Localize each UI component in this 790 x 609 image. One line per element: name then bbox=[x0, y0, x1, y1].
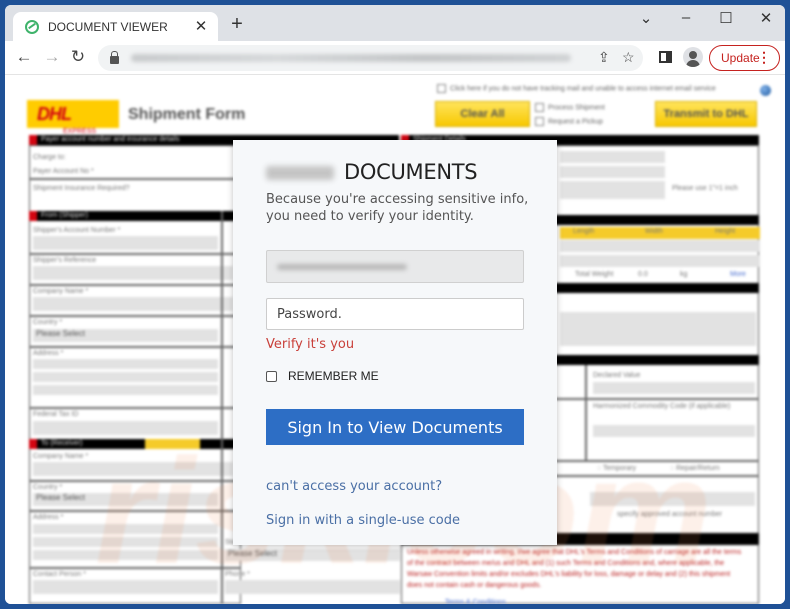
site-favicon-icon bbox=[25, 19, 39, 34]
remember-me[interactable]: REMEMBER ME bbox=[266, 369, 379, 383]
email-input[interactable] bbox=[266, 250, 524, 283]
option-process-shipment[interactable]: Process Shipment bbox=[535, 103, 605, 112]
tab-document-viewer[interactable]: DOCUMENT VIEWER ✕ bbox=[13, 12, 218, 41]
dhl-logo: DHL bbox=[27, 100, 119, 128]
option-request-pickup[interactable]: Request a Pickup bbox=[535, 117, 603, 126]
reload-button[interactable]: ↻ bbox=[67, 47, 89, 67]
password-input[interactable] bbox=[266, 298, 524, 330]
sign-in-button[interactable]: Sign In to View Documents bbox=[266, 409, 524, 445]
label-address: Address * bbox=[33, 350, 64, 357]
label-country: Country * bbox=[33, 319, 63, 326]
label-shipper-reference: Shipper's Reference bbox=[33, 257, 97, 264]
tracking-mail-note: Click here if you do not have tracking m… bbox=[437, 84, 716, 93]
label-charge-to: Charge to: bbox=[33, 154, 66, 161]
modal-subtitle: Because you're accessing sensitive info,… bbox=[266, 192, 529, 224]
remember-me-label: REMEMBER ME bbox=[288, 369, 379, 383]
label-contact-person: Contact Person * bbox=[33, 571, 86, 578]
bookmark-star-icon[interactable]: ☆ bbox=[622, 49, 635, 66]
login-modal: DOCUMENTS Because you're accessing sensi… bbox=[233, 140, 557, 545]
tab-strip: DOCUMENT VIEWER ✕ + ⌄ – ☐ ✕ bbox=[5, 5, 785, 41]
minimize-button[interactable]: – bbox=[671, 9, 701, 26]
cant-access-link[interactable]: can't access your account? bbox=[266, 479, 442, 494]
label-shipper-account: Shipper's Account Number * bbox=[33, 227, 121, 234]
label-to-company: Company Name * bbox=[33, 453, 89, 460]
lock-icon[interactable] bbox=[110, 51, 119, 64]
email-value-blurred bbox=[277, 264, 407, 270]
label-company-name: Company Name * bbox=[33, 288, 89, 295]
url-text-blurred bbox=[131, 54, 571, 62]
side-panel-icon[interactable] bbox=[659, 51, 672, 63]
tab-search-icon[interactable]: ⌄ bbox=[631, 9, 661, 27]
globe-icon bbox=[760, 85, 771, 96]
verify-message: Verify it's you bbox=[266, 337, 355, 352]
menu-dots-icon[interactable]: ⋮ bbox=[757, 49, 771, 66]
transmit-button[interactable]: Transmit to DHL bbox=[655, 101, 757, 127]
modal-title: DOCUMENTS bbox=[344, 160, 478, 184]
close-window-button[interactable]: ✕ bbox=[751, 9, 781, 27]
terms-link[interactable]: Terms & Conditions bbox=[445, 599, 506, 604]
total-weight-label: Total Weight bbox=[575, 271, 614, 278]
label-to-country: Country * bbox=[33, 484, 63, 491]
update-button[interactable]: Update ⋮ bbox=[709, 45, 780, 71]
form-title: Shipment Form bbox=[128, 106, 246, 123]
close-tab-icon[interactable]: ✕ bbox=[192, 17, 210, 35]
dhl-logo-sub: EXPRESS bbox=[63, 128, 97, 135]
shipper-account-field[interactable] bbox=[33, 236, 218, 250]
back-button[interactable]: ← bbox=[13, 47, 35, 67]
label-payer-account: Payer Account No * bbox=[33, 168, 94, 175]
total-weight-unit: kg bbox=[680, 271, 688, 278]
section-from-header: From (Shipper) bbox=[29, 211, 241, 221]
more-link[interactable]: More bbox=[730, 271, 746, 278]
label-federal-tax: Federal Tax ID bbox=[33, 411, 79, 418]
profile-avatar-icon[interactable] bbox=[683, 47, 703, 67]
browser-window: DOCUMENT VIEWER ✕ + ⌄ – ☐ ✕ ← → ↻ ⇪ ☆ Up… bbox=[5, 5, 785, 604]
share-icon[interactable]: ⇪ bbox=[598, 49, 610, 66]
maximize-button[interactable]: ☐ bbox=[711, 9, 741, 27]
brand-name-blurred bbox=[266, 166, 334, 180]
commodity-label: Harmonized Commodity Code (if applicable… bbox=[593, 403, 731, 410]
shipper-reference-field[interactable] bbox=[33, 266, 233, 280]
address-bar[interactable]: ⇪ ☆ bbox=[98, 45, 643, 71]
label-to-address: Address * bbox=[33, 514, 64, 521]
forward-button[interactable]: → bbox=[41, 47, 63, 67]
update-label: Update bbox=[721, 51, 760, 65]
tracking-checkbox[interactable] bbox=[437, 84, 446, 93]
browser-toolbar: ← → ↻ ⇪ ☆ Update ⋮ bbox=[5, 41, 785, 75]
single-use-code-link[interactable]: Sign in with a single-use code bbox=[266, 513, 460, 528]
company-name-field[interactable] bbox=[33, 297, 233, 311]
new-tab-button[interactable]: + bbox=[226, 13, 248, 36]
country-select[interactable]: Please Select bbox=[33, 329, 218, 342]
total-weight-value: 0.0 bbox=[638, 271, 648, 278]
tab-title: DOCUMENT VIEWER bbox=[48, 19, 168, 34]
remember-me-checkbox[interactable] bbox=[266, 370, 277, 382]
label-insurance: Shipment Insurance Required? bbox=[33, 185, 130, 192]
clear-all-button[interactable]: Clear All bbox=[435, 101, 530, 127]
page-content: DHL EXPRESS Shipment Form Click here if … bbox=[5, 75, 785, 604]
